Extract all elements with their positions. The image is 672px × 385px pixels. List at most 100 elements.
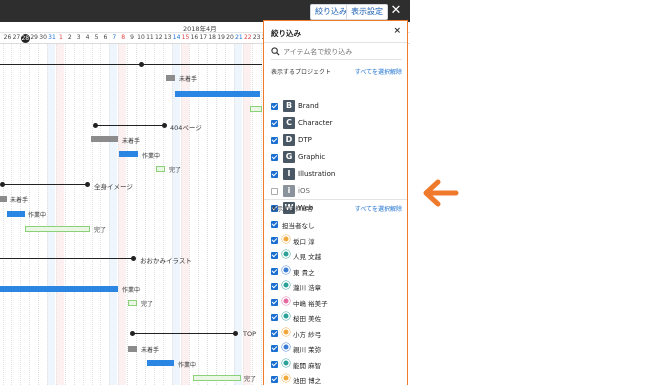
task-bar-not-started[interactable] xyxy=(91,136,118,142)
day-cell: 15 xyxy=(181,34,190,41)
task-bar-done[interactable] xyxy=(250,106,262,112)
divider xyxy=(264,199,407,200)
search-input[interactable] xyxy=(283,46,401,58)
assignee-checkbox[interactable] xyxy=(271,376,278,383)
milestone-dot[interactable] xyxy=(162,123,167,128)
task-bar-in-progress[interactable] xyxy=(147,360,174,366)
task-bar-not-started[interactable] xyxy=(166,75,175,81)
day-cell: 6 xyxy=(103,34,108,41)
milestone-dot[interactable] xyxy=(0,182,5,187)
project-letter-icon: C xyxy=(283,117,295,129)
assignee-item[interactable]: 瀧川 浩章 xyxy=(271,279,402,292)
grid-line xyxy=(73,44,75,385)
filter-panel-header: 絞り込み × xyxy=(264,21,407,43)
task-status-label: 完了 xyxy=(94,227,107,234)
project-letter-icon: D xyxy=(283,134,295,146)
day-cell: 2 xyxy=(67,34,72,41)
assignees-deselect-all-link[interactable]: すべてを選択解除 xyxy=(355,204,402,213)
assignee-item[interactable]: 小方 紗弓 xyxy=(271,326,402,339)
assignee-label: 坂口 淳 xyxy=(293,237,315,246)
task-bar-done[interactable] xyxy=(128,300,137,306)
day-cell: 9 xyxy=(130,34,134,41)
projects-section-header: 表示するプロジェクト すべてを選択解除 xyxy=(271,67,402,77)
project-label: Brand xyxy=(298,102,319,110)
close-icon[interactable]: × xyxy=(393,26,401,36)
grid-line xyxy=(127,44,129,385)
grid-line xyxy=(47,44,48,385)
project-item[interactable]: C Character xyxy=(271,116,402,130)
day-cell: 22 xyxy=(243,34,252,41)
sunday-column xyxy=(55,44,64,385)
assignee-item[interactable]: 能開 麻智 xyxy=(271,357,402,370)
assignee-checkbox[interactable] xyxy=(271,329,278,337)
milestone-dot[interactable] xyxy=(85,182,90,187)
display-settings-button[interactable]: 表示設定 xyxy=(346,4,388,20)
milestone-dot[interactable] xyxy=(233,331,238,336)
assignee-checkbox[interactable] xyxy=(271,360,278,368)
task-bar-done[interactable] xyxy=(193,375,241,381)
task-bar-in-progress[interactable] xyxy=(7,211,25,217)
day-cell: 10 xyxy=(137,34,145,41)
grid-line xyxy=(64,44,66,385)
sunday-column xyxy=(118,44,127,385)
assignee-item[interactable]: 桜田 美佐 xyxy=(271,310,402,323)
close-icon[interactable]: ✕ xyxy=(389,3,403,19)
search-icon xyxy=(271,47,280,56)
task-status-label: 作業中 xyxy=(178,362,197,369)
assignee-item[interactable]: 担当者なし xyxy=(271,217,402,230)
project-item[interactable]: I Illustration xyxy=(271,167,402,181)
day-cell: 18 xyxy=(208,34,216,41)
task-bar-in-progress[interactable] xyxy=(175,91,260,97)
project-item[interactable]: G Graphic xyxy=(271,150,402,164)
assignee-checkbox[interactable] xyxy=(271,283,278,290)
projects-deselect-all-link[interactable]: すべてを選択解除 xyxy=(355,67,402,76)
milestone-dot[interactable] xyxy=(139,62,144,67)
avatar xyxy=(282,312,290,320)
task-bar-in-progress[interactable] xyxy=(119,151,138,157)
task-status-label: 作業中 xyxy=(122,287,141,294)
assignee-checkbox[interactable] xyxy=(271,267,278,275)
task-status-label: 未着手 xyxy=(122,138,141,145)
day-cell: 4 xyxy=(85,34,90,41)
task-status-label: 未着手 xyxy=(179,76,198,83)
assignee-item[interactable]: 人見 文越 xyxy=(271,248,402,261)
task-bar-not-started[interactable] xyxy=(0,196,7,202)
project-checkbox[interactable] xyxy=(271,103,278,110)
search-box xyxy=(271,46,402,60)
project-checkbox[interactable] xyxy=(271,137,278,144)
grid-line xyxy=(109,44,111,385)
assignee-item[interactable]: 中嶋 裕美子 xyxy=(271,295,402,308)
assignee-checkbox[interactable] xyxy=(271,221,278,228)
day-cell: 26 xyxy=(3,34,12,41)
assignee-item[interactable]: 池田 博之 xyxy=(271,372,402,385)
project-checkbox[interactable] xyxy=(271,171,278,178)
milestone-dot[interactable] xyxy=(130,331,135,336)
milestone-line xyxy=(132,333,235,334)
project-checkbox[interactable] xyxy=(271,154,278,161)
project-checkbox[interactable] xyxy=(271,120,278,127)
assignee-checkbox[interactable] xyxy=(271,252,278,259)
task-bar-done[interactable] xyxy=(25,226,90,232)
assignee-checkbox[interactable] xyxy=(271,314,278,321)
milestone-dot[interactable] xyxy=(131,256,136,261)
milestone-dot[interactable] xyxy=(93,123,98,128)
project-item[interactable]: B Brand xyxy=(271,99,402,113)
day-cell: 31 xyxy=(48,34,56,41)
project-item[interactable]: i iOS xyxy=(271,184,402,198)
assignee-item[interactable]: 東 貴之 xyxy=(271,264,402,277)
assignee-checkbox[interactable] xyxy=(271,298,278,306)
task-status-label: 完了 xyxy=(169,167,182,174)
task-bar-not-started[interactable] xyxy=(128,346,137,352)
project-item[interactable]: D DTP xyxy=(271,133,402,147)
avatar xyxy=(282,296,290,305)
month-label: 2018年4月 xyxy=(183,25,217,33)
project-checkbox[interactable] xyxy=(271,188,278,195)
grid-line xyxy=(82,44,84,385)
assignee-item[interactable]: 親川 茉弥 xyxy=(271,341,402,354)
assignee-checkbox[interactable] xyxy=(271,236,278,244)
task-bar-in-progress[interactable] xyxy=(0,286,118,292)
task-bar-done[interactable] xyxy=(156,166,165,172)
assignee-checkbox[interactable] xyxy=(271,345,278,352)
milestone-label: おおかみイラスト xyxy=(140,257,192,265)
assignee-item[interactable]: 坂口 淳 xyxy=(271,233,402,246)
